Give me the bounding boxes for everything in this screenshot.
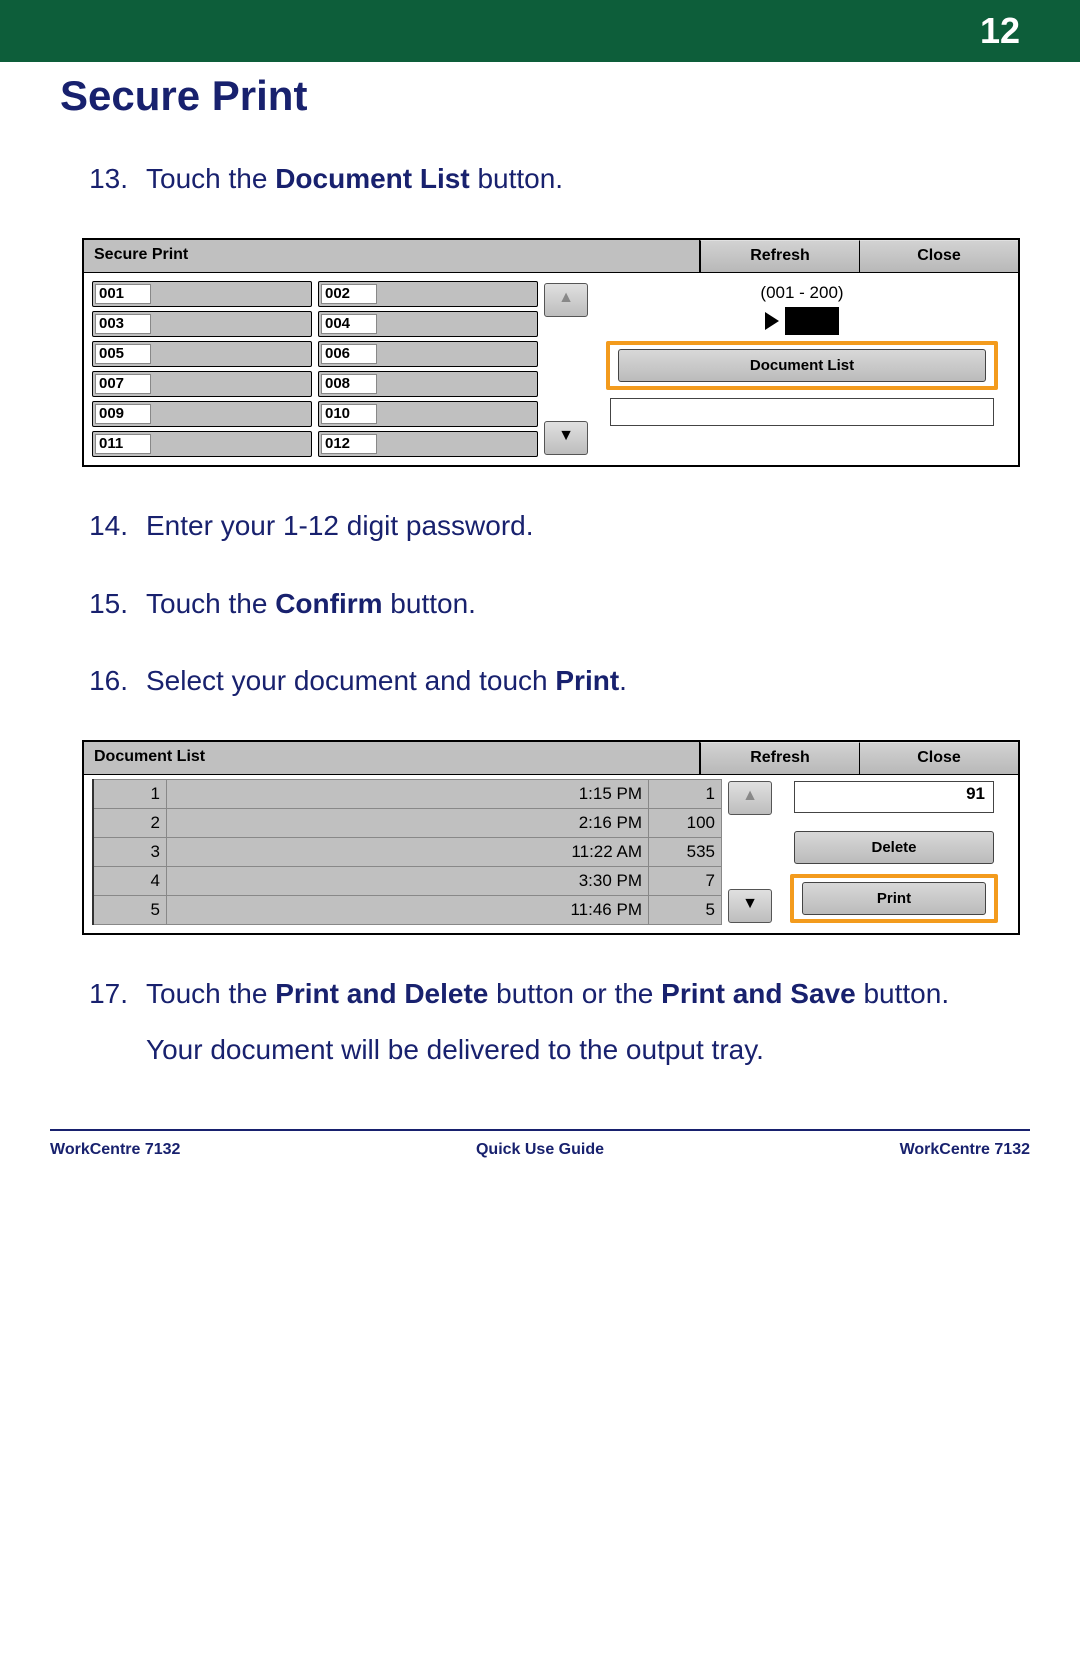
table-row[interactable]: 311:22 AM535 — [93, 838, 722, 867]
step-text: Touch the Confirm button. — [146, 585, 1020, 623]
page-title: Secure Print — [60, 72, 1020, 120]
document-list-screen: Document List Refresh Close 11:15 PM1 22… — [82, 740, 1020, 935]
footer: WorkCentre 7132 Quick Use Guide WorkCent… — [50, 1129, 1030, 1159]
goto-input[interactable] — [785, 307, 839, 335]
scroll-down-button[interactable]: ▼ — [544, 421, 588, 455]
mailbox-item[interactable]: 012 — [318, 431, 538, 457]
header-bar: 12 — [0, 0, 1080, 62]
mailbox-item[interactable]: 002 — [318, 281, 538, 307]
screen-title: Secure Print — [84, 240, 700, 272]
refresh-button[interactable]: Refresh — [700, 742, 859, 774]
table-row[interactable]: 511:46 PM5 — [93, 896, 722, 925]
step-16: 16. Select your document and touch Print… — [82, 662, 1020, 700]
screen-title: Document List — [84, 742, 700, 774]
mailbox-item[interactable]: 010 — [318, 401, 538, 427]
refresh-button[interactable]: Refresh — [700, 240, 859, 272]
step-text: Enter your 1-12 digit password. — [146, 507, 1020, 545]
step-17-note: Your document will be delivered to the o… — [82, 1031, 1020, 1069]
scroll-down-button[interactable]: ▼ — [728, 889, 772, 923]
step-13: 13. Touch the Document List button. — [82, 160, 1020, 198]
close-button[interactable]: Close — [859, 240, 1018, 272]
scroll-up-button[interactable]: ▲ — [544, 283, 588, 317]
mailbox-item[interactable]: 004 — [318, 311, 538, 337]
mailbox-column-right: 002 004 006 008 010 012 — [318, 281, 538, 457]
step-number: 17. — [82, 978, 128, 1010]
play-icon — [765, 312, 779, 330]
mailbox-item[interactable]: 001 — [92, 281, 312, 307]
document-count: 91 — [794, 781, 994, 813]
footer-center: Quick Use Guide — [180, 1141, 899, 1159]
step-text: Touch the Document List button. — [146, 160, 1020, 198]
step-number: 14. — [82, 510, 128, 542]
page-number: 12 — [980, 10, 1020, 52]
step-number: 16. — [82, 665, 128, 697]
scroll-up-button[interactable]: ▲ — [728, 781, 772, 815]
step-14: 14. Enter your 1-12 digit password. — [82, 507, 1020, 545]
blank-field — [610, 398, 994, 426]
step-number: 15. — [82, 588, 128, 620]
mailbox-item[interactable]: 006 — [318, 341, 538, 367]
mailbox-item[interactable]: 009 — [92, 401, 312, 427]
close-button[interactable]: Close — [859, 742, 1018, 774]
delete-button[interactable]: Delete — [794, 831, 994, 864]
footer-right: WorkCentre 7132 — [900, 1141, 1030, 1159]
mailbox-item[interactable]: 011 — [92, 431, 312, 457]
step-number: 13. — [82, 163, 128, 195]
document-list-highlight: Document List — [606, 341, 998, 390]
table-row[interactable]: 43:30 PM7 — [93, 867, 722, 896]
step-15: 15. Touch the Confirm button. — [82, 585, 1020, 623]
mailbox-item[interactable]: 003 — [92, 311, 312, 337]
table-row[interactable]: 11:15 PM1 — [93, 780, 722, 809]
mailbox-range: (001 - 200) — [600, 283, 1004, 303]
secure-print-screen: Secure Print Refresh Close 001 003 005 0… — [82, 238, 1020, 467]
step-text: Touch the Print and Delete button or the… — [146, 975, 1020, 1013]
footer-left: WorkCentre 7132 — [50, 1141, 180, 1159]
mailbox-item[interactable]: 005 — [92, 341, 312, 367]
print-highlight: Print — [790, 874, 998, 923]
step-text: Your document will be delivered to the o… — [146, 1031, 1020, 1069]
document-list-button[interactable]: Document List — [618, 349, 986, 382]
table-row[interactable]: 22:16 PM100 — [93, 809, 722, 838]
step-17: 17. Touch the Print and Delete button or… — [82, 975, 1020, 1013]
print-button[interactable]: Print — [802, 882, 986, 915]
mailbox-column-left: 001 003 005 007 009 011 — [92, 281, 312, 457]
document-table: 11:15 PM1 22:16 PM100 311:22 AM535 43:30… — [92, 779, 722, 925]
mailbox-item[interactable]: 007 — [92, 371, 312, 397]
step-text: Select your document and touch Print. — [146, 662, 1020, 700]
mailbox-item[interactable]: 008 — [318, 371, 538, 397]
